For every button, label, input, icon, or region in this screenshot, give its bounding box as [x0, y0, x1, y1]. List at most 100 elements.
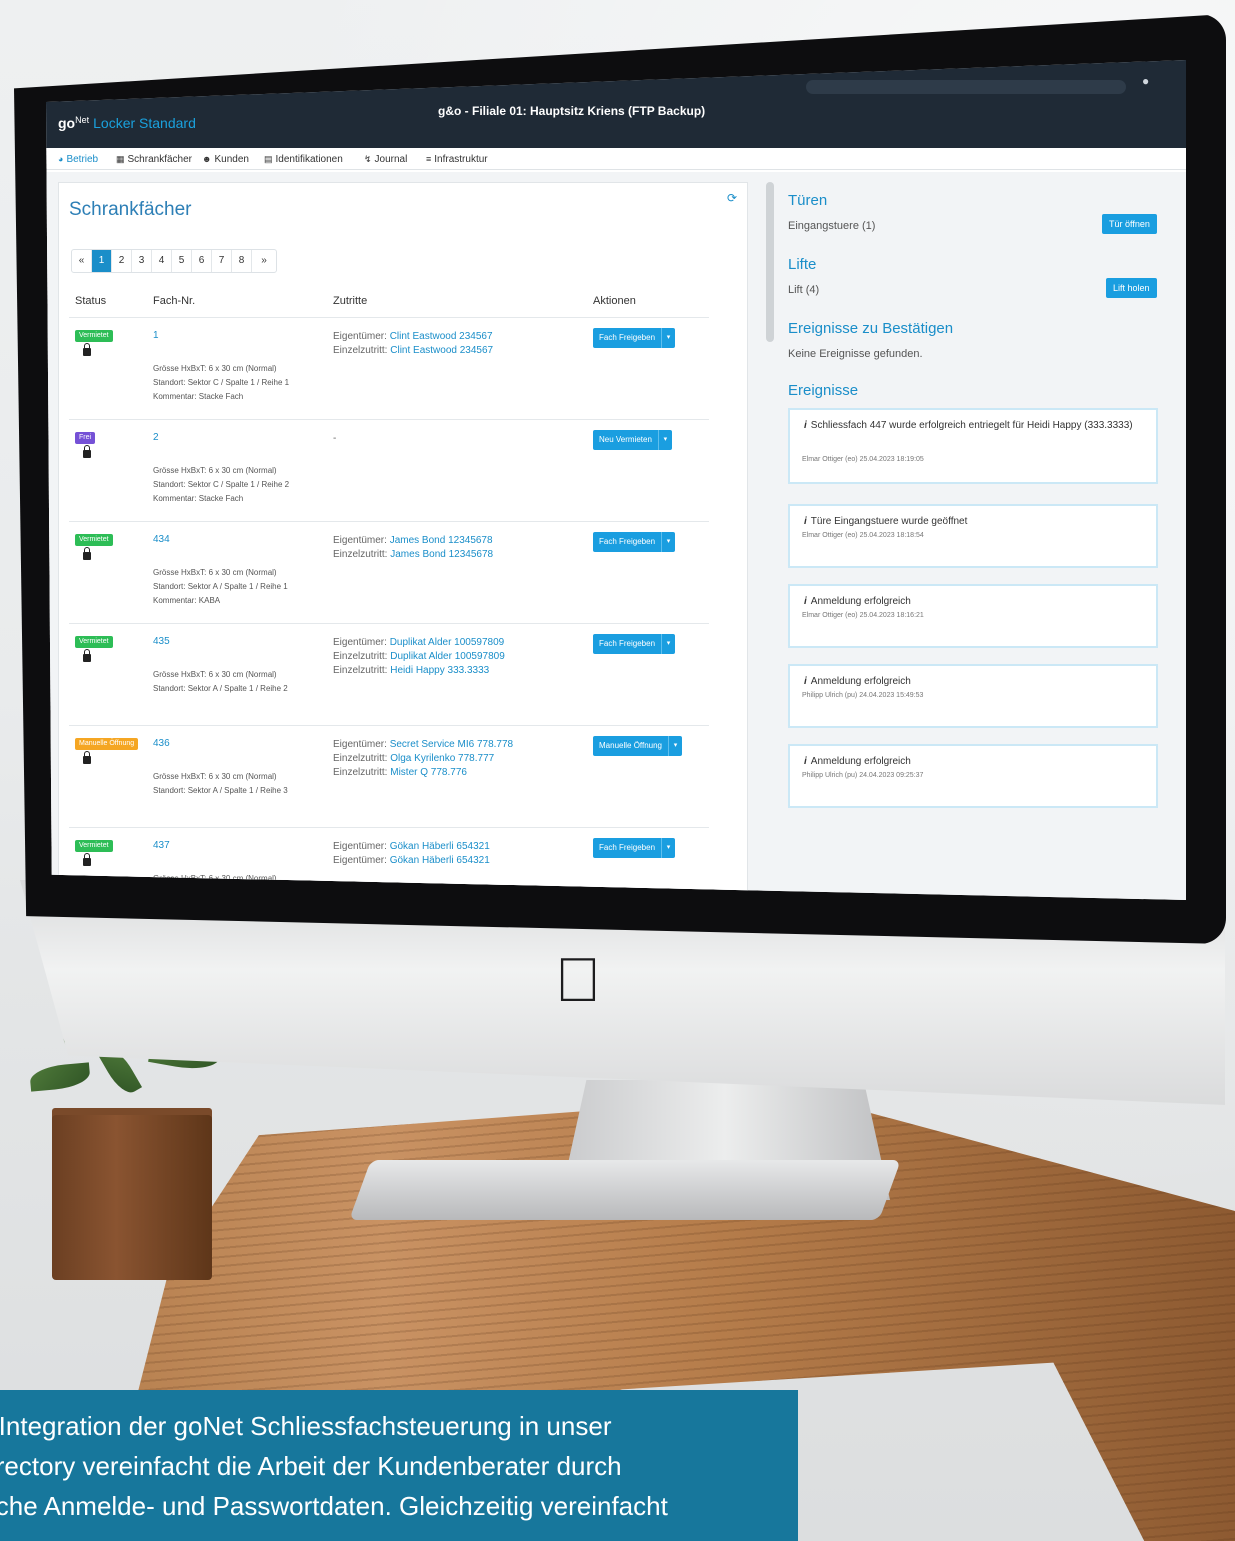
door-item: Eingangstuere (1) — [788, 220, 876, 232]
locker-number-link[interactable]: 437 — [153, 840, 170, 851]
row-action-button[interactable]: Neu Vermieten ▾ — [593, 430, 672, 450]
customer-link[interactable]: Gökan Häberli 654321 — [390, 841, 490, 852]
scrollbar[interactable] — [766, 182, 774, 342]
access-role: Einzelzutritt: — [333, 345, 391, 356]
status-badge: Vermietet — [75, 534, 113, 546]
nav-betrieb[interactable]: ◕ Betrieb — [58, 154, 98, 165]
page-last-button[interactable]: » — [252, 250, 276, 272]
lock-icon — [83, 343, 91, 356]
event-card: i Anmeldung erfolgreich Philipp Ulrich (p… — [788, 664, 1158, 728]
row-action-button[interactable]: Fach Freigeben ▾ — [593, 634, 676, 654]
access-list: Eigentümer: Gökan Häberli 654321 Eigentü… — [333, 840, 490, 868]
search-bar[interactable] — [806, 80, 1126, 94]
locker-comment: Kommentar: Stacke Fach — [153, 494, 244, 503]
refresh-icon[interactable]: ⟳ — [727, 191, 737, 205]
action-label: Fach Freigeben — [599, 639, 656, 648]
locker-number-link[interactable]: 1 — [153, 330, 159, 341]
nav-kunden[interactable]: ☻ Kunden — [202, 154, 249, 165]
table-row: Frei 2 Grösse HxBxT: 6 x 30 cm (Normal) … — [69, 419, 709, 521]
customer-link[interactable]: Secret Service MI6 778.778 — [390, 739, 513, 750]
locker-location: Standort: Sektor A / Spalte 1 / Reihe 3 — [153, 786, 288, 795]
event-card: i Schliessfach 447 wurde erfolgreich entr… — [788, 408, 1158, 484]
customer-link[interactable]: Duplikat Alder 100597809 — [390, 651, 505, 662]
brand-net: Net — [75, 115, 90, 125]
customer-link[interactable]: Clint Eastwood 234567 — [390, 331, 493, 342]
customer-link[interactable]: Duplikat Alder 100597809 — [390, 637, 505, 648]
pending-events-title: Ereignisse zu Bestätigen — [788, 320, 954, 337]
locker-number-link[interactable]: 2 — [153, 432, 159, 443]
page-button[interactable]: 6 — [192, 250, 212, 272]
access-role: Einzelzutritt: — [333, 651, 391, 662]
column-header-aktionen[interactable]: Aktionen — [593, 295, 636, 307]
nav-infrastruktur[interactable]: ≡ Infrastruktur — [426, 154, 488, 165]
page-button[interactable]: 1 — [92, 250, 112, 272]
table-row: Vermietet 434 Grösse HxBxT: 6 x 30 cm (N… — [69, 521, 709, 623]
access-role: Einzelzutritt: — [333, 753, 391, 764]
event-message: i Schliessfach 447 wurde erfolgreich entr… — [804, 420, 1144, 432]
caption-line: -Integration der goNet Schliessfachsteue… — [0, 1411, 612, 1441]
page-button[interactable]: 7 — [212, 250, 232, 272]
call-lift-button[interactable]: Lift holen — [1106, 278, 1157, 298]
page-button[interactable]: 4 — [152, 250, 172, 272]
event-meta: Elmar Ottiger (eo) 25.04.2023 18:19:05 — [802, 456, 924, 463]
apple-logo-icon:  — [548, 950, 608, 1012]
customer-link[interactable]: James Bond 12345678 — [390, 549, 493, 560]
access-role: Einzelzutritt: — [333, 549, 391, 560]
column-header-zutritte[interactable]: Zutritte — [333, 295, 367, 307]
table-row: Vermietet 1 Grösse HxBxT: 6 x 30 cm (Nor… — [69, 317, 709, 419]
event-user: Elmar Ottiger (eo) — [802, 456, 858, 463]
status-badge: Vermietet — [75, 330, 113, 342]
brand-go: go — [58, 115, 76, 131]
nav-identifikationen[interactable]: ▤ Identifikationen — [264, 154, 343, 165]
column-header-status[interactable]: Status — [75, 295, 106, 307]
access-role: Einzelzutritt: — [333, 767, 391, 778]
access-list: Eigentümer: James Bond 12345678 Einzelzu… — [333, 534, 493, 562]
caret-down-icon[interactable]: ▾ — [661, 328, 675, 348]
app-screen: goNet Locker Standard g&o - Filiale 01: H… — [46, 60, 1186, 900]
window-title: g&o - Filiale 01: Hauptsitz Kriens (FTP … — [438, 104, 706, 118]
customer-link[interactable]: James Bond 12345678 — [390, 535, 493, 546]
row-action-button[interactable]: Manuelle Öffnung ▾ — [593, 736, 683, 756]
user-icon[interactable]: ● — [1142, 74, 1156, 90]
locker-location: Standort: Sektor A / Spalte 1 / Reihe 1 — [153, 582, 288, 591]
customer-link[interactable]: Heidi Happy 333.3333 — [390, 665, 489, 676]
lockers-panel: Schrankfächer ⟳ « 1 2 3 4 5 6 7 8 » Stat… — [58, 182, 748, 900]
event-time: 24.04.2023 15:49:53 — [859, 692, 924, 699]
row-action-button[interactable]: Fach Freigeben ▾ — [593, 328, 676, 348]
lock-icon — [83, 547, 91, 560]
customer-link[interactable]: Gökan Häberli 654321 — [390, 855, 490, 866]
caret-down-icon[interactable]: ▾ — [661, 838, 675, 858]
customer-link[interactable]: Olga Kyrilenko 778.777 — [390, 753, 494, 764]
event-time: 25.04.2023 18:18:54 — [859, 532, 924, 539]
row-action-button[interactable]: Fach Freigeben ▾ — [593, 532, 676, 552]
page-button[interactable]: 3 — [132, 250, 152, 272]
table-row: Vermietet 435 Grösse HxBxT: 6 x 30 cm (N… — [69, 623, 709, 725]
caption-line: irectory vereinfacht die Arbeit der Kund… — [0, 1451, 622, 1481]
nav-label: Betrieb — [66, 154, 99, 165]
caret-down-icon[interactable]: ▾ — [657, 430, 672, 450]
page-first-button[interactable]: « — [72, 250, 92, 272]
page-button[interactable]: 5 — [172, 250, 192, 272]
access-list: Eigentümer: Secret Service MI6 778.778 E… — [333, 738, 513, 780]
locker-details: Grösse HxBxT: 6 x 30 cm (Normal) Standor… — [153, 770, 288, 798]
page-button[interactable]: 8 — [232, 250, 252, 272]
id-card-icon: ▤ — [264, 154, 273, 164]
nav-bar: ◕ Betrieb ▦ Schrankfächer ☻ Kunden ▤ Identif… — [46, 148, 1186, 170]
column-header-fach-nr[interactable]: Fach-Nr. — [153, 295, 195, 307]
customer-link[interactable]: Mister Q 778.776 — [390, 767, 467, 778]
event-user: Elmar Ottiger (eo) — [802, 532, 858, 539]
customer-link[interactable]: Clint Eastwood 234567 — [390, 345, 493, 356]
locker-number-link[interactable]: 436 — [153, 738, 170, 749]
caret-down-icon[interactable]: ▾ — [661, 532, 675, 552]
brand-logo[interactable]: goNet Locker Standard — [58, 115, 196, 131]
caret-down-icon[interactable]: ▾ — [661, 634, 675, 654]
row-action-button[interactable]: Fach Freigeben ▾ — [593, 838, 676, 858]
open-door-button[interactable]: Tür öffnen — [1102, 214, 1157, 234]
nav-schrankfaecher[interactable]: ▦ Schrankfächer — [116, 154, 192, 165]
locker-number-link[interactable]: 435 — [153, 636, 170, 647]
nav-journal[interactable]: ↯ Journal — [364, 154, 407, 165]
event-text: Türe Eingangstuere wurde geöffnet — [810, 516, 968, 527]
locker-number-link[interactable]: 434 — [153, 534, 170, 545]
caret-down-icon[interactable]: ▾ — [668, 736, 682, 756]
page-button[interactable]: 2 — [112, 250, 132, 272]
